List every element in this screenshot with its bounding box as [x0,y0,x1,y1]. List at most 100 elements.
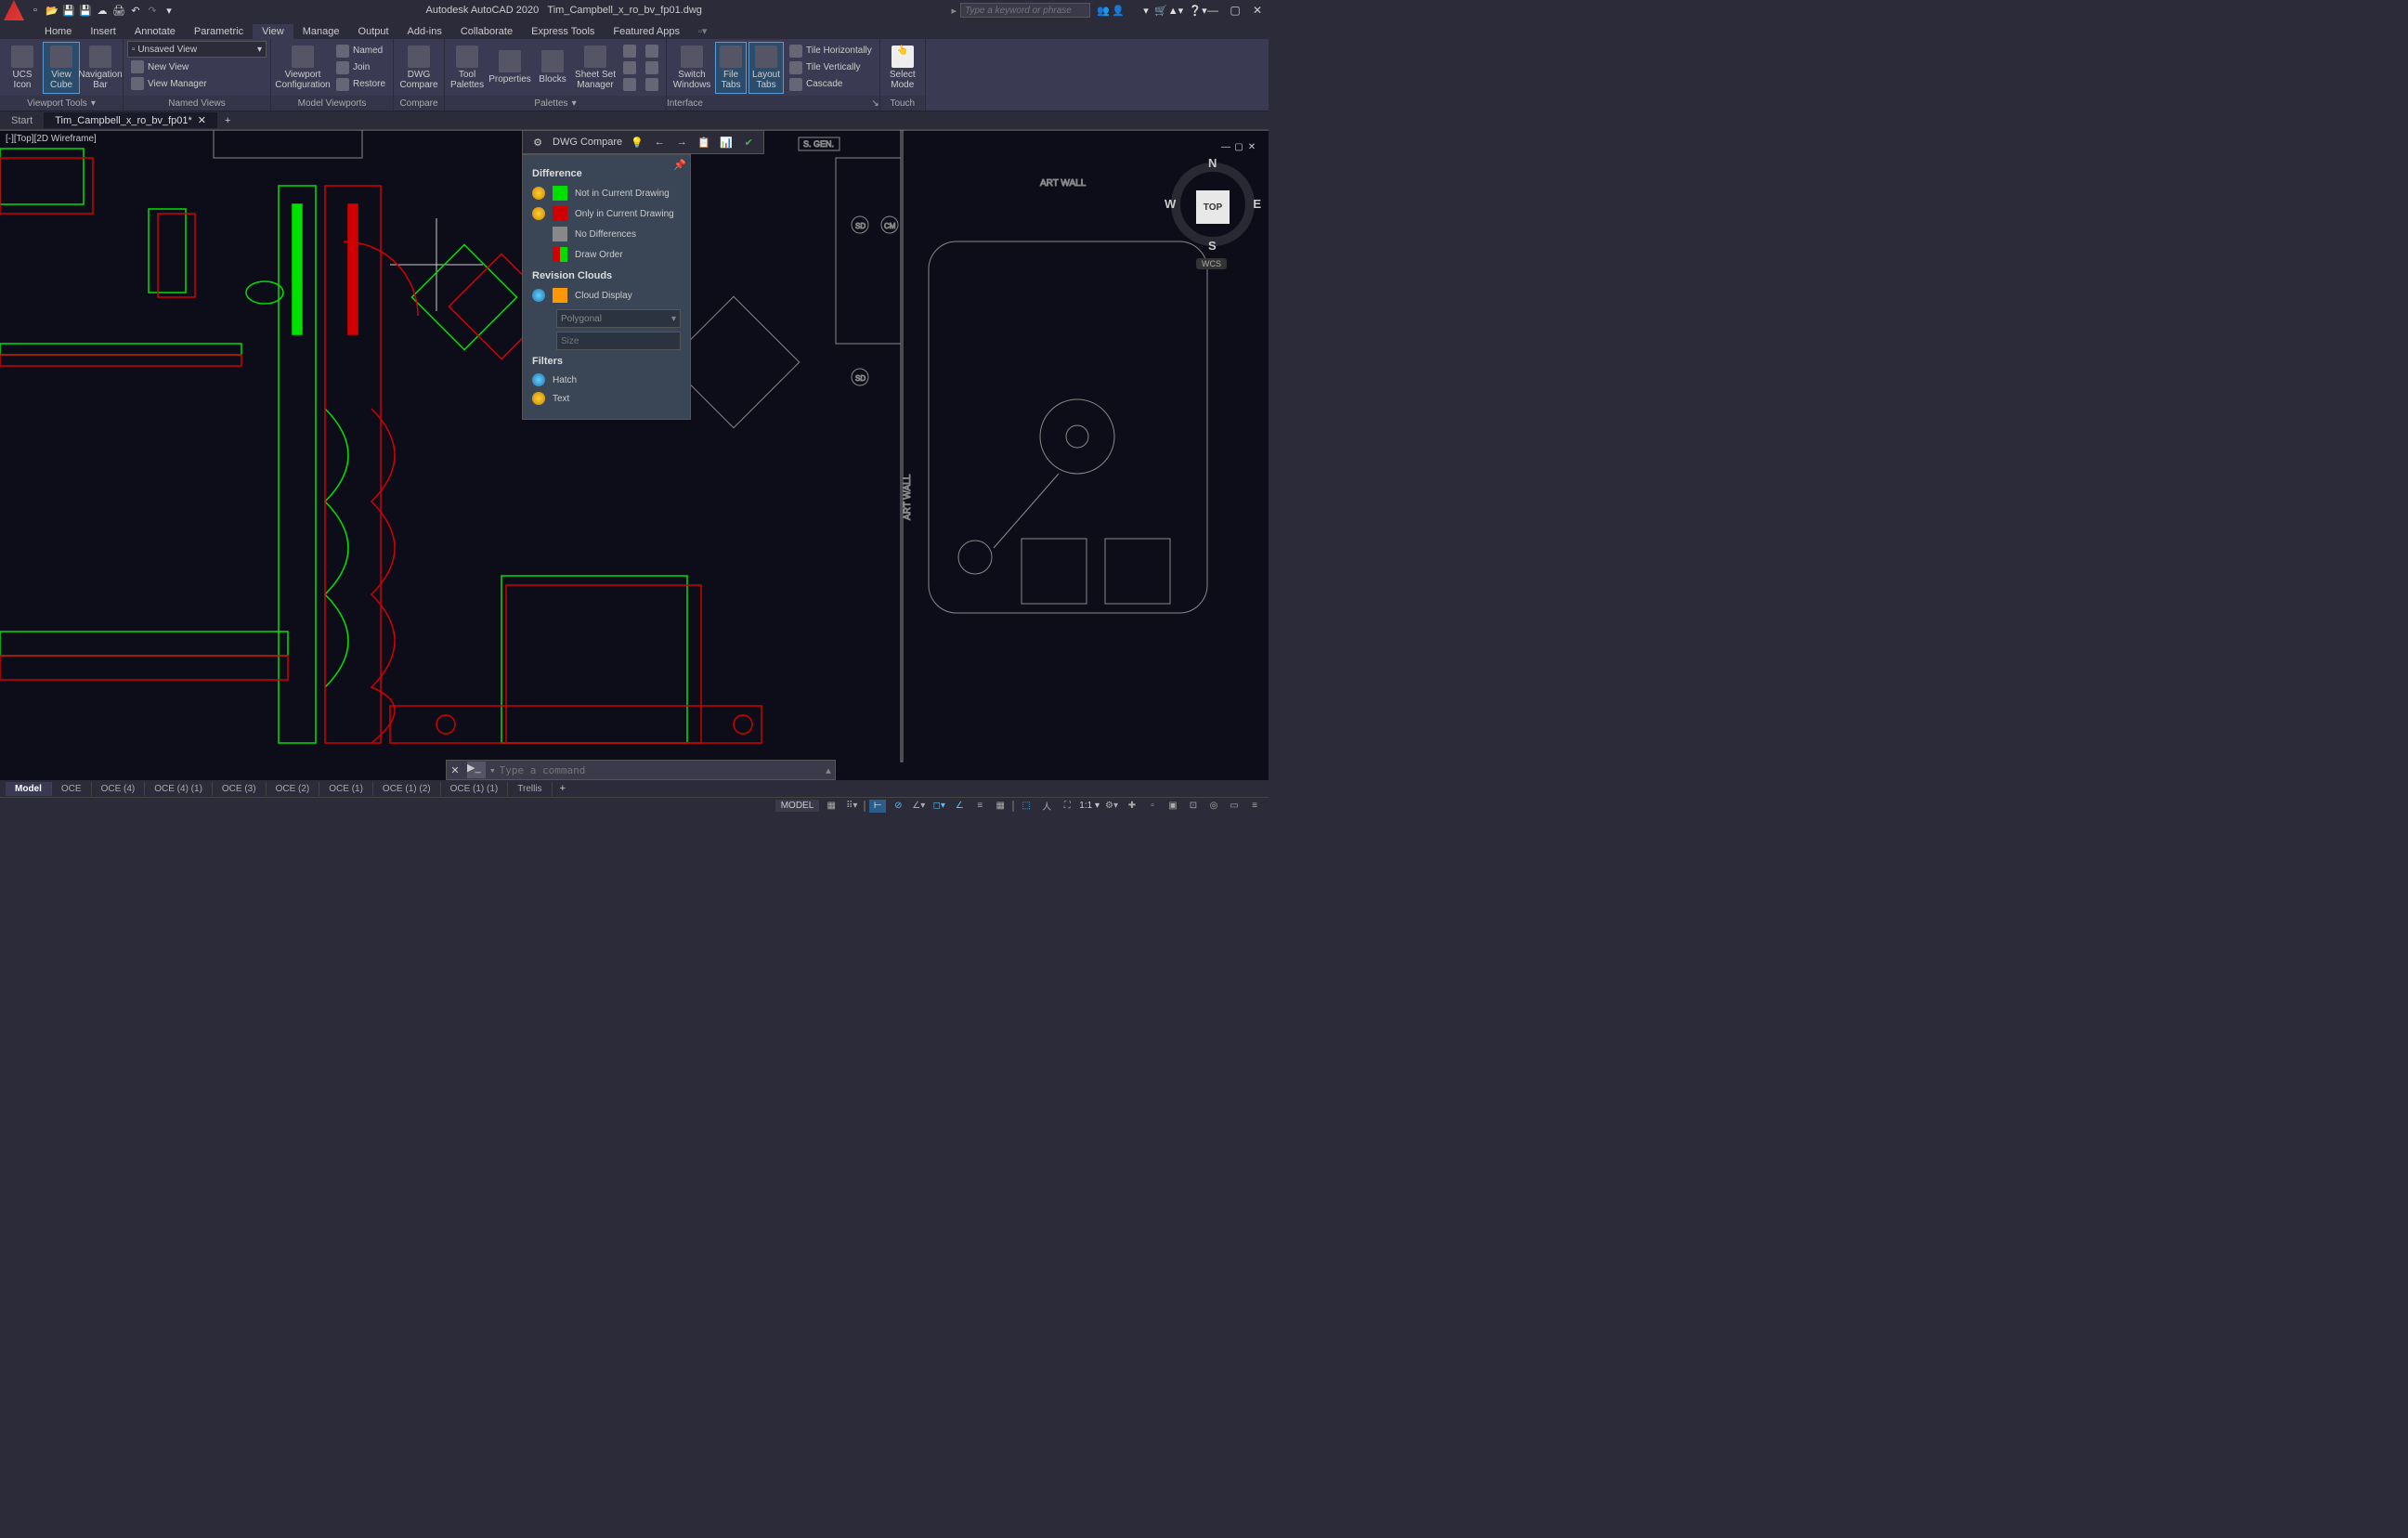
view-manager-button[interactable]: View Manager [127,76,211,91]
hardware-accel-icon[interactable]: ⊡ [1185,800,1202,813]
layout-tabs-button[interactable]: Layout Tabs [748,42,784,94]
switch-windows-button[interactable]: Switch Windows [670,42,713,94]
compare-next-icon[interactable]: → [674,135,689,150]
a360-icon[interactable]: ▲▾ [1168,3,1183,18]
signin-icon[interactable]: 👥 [1096,3,1111,18]
cmdline-history-icon[interactable]: ▴ [822,764,835,776]
layout-tab[interactable]: OCE (1) [319,782,373,796]
selection-cycling-icon[interactable]: ⬚ [1018,800,1035,813]
palette-extra-3[interactable] [619,77,640,92]
dwg-compare-button[interactable]: DWG Compare [397,42,440,94]
web-icon[interactable]: ☁ [95,3,110,18]
layout-tab[interactable]: Trellis [508,782,552,796]
tab-featured[interactable]: Featured Apps [604,24,689,39]
bulb-only-in-current[interactable] [532,207,545,220]
tab-addins[interactable]: Add-ins [398,24,451,39]
swatch-green[interactable] [553,186,567,201]
customize-status-icon[interactable]: ≡ [1246,800,1263,813]
otrack-icon[interactable]: ∠ [951,800,968,813]
vc-minimize-icon[interactable]: — [1220,141,1231,152]
redo-icon[interactable]: ↷ [145,3,160,18]
layout-tab[interactable]: OCE (4) (1) [145,782,213,796]
ucs-icon-button[interactable]: UCS Icon [4,42,41,94]
new-icon[interactable]: ▫ [28,3,43,18]
new-file-tab-button[interactable]: + [217,113,238,128]
compare-done-icon[interactable]: ✔ [741,135,756,150]
annotation-visibility-icon[interactable]: ✚ [1124,800,1140,813]
polar-icon[interactable]: ⊘ [890,800,906,813]
vc-restore-icon[interactable]: ▢ [1233,141,1244,152]
annotation-scale-icon[interactable]: ⛶ [1059,800,1075,813]
saveas-icon[interactable]: 💾 [78,3,93,18]
annotation-monitor-icon[interactable]: 人 [1038,800,1055,813]
tab-home[interactable]: Home [35,24,81,39]
sheet-set-button[interactable]: Sheet Set Manager [573,42,618,94]
tab-parametric[interactable]: Parametric [185,24,253,39]
layout-tab[interactable]: OCE (1) (1) [441,782,509,796]
compass-s[interactable]: S [1208,239,1217,253]
compare-export-icon[interactable]: 📊 [719,135,734,150]
undo-icon[interactable]: ↶ [128,3,143,18]
tab-annotate[interactable]: Annotate [125,24,185,39]
layout-tab-model[interactable]: Model [6,782,52,796]
lineweight-icon[interactable]: ≡ [971,800,988,813]
layout-tab[interactable]: OCE (2) [267,782,320,796]
swatch-red[interactable] [553,206,567,221]
tile-horizontally-button[interactable]: Tile Horizontally [786,44,876,59]
compass-w[interactable]: W [1165,197,1176,211]
named-view-dropdown[interactable]: ▫ Unsaved View▾ [127,41,267,58]
quick-properties-icon[interactable]: ▣ [1165,800,1181,813]
cmdline-close-icon[interactable]: ✕ [447,764,463,776]
cloud-size-input[interactable] [556,332,681,350]
bulb-hatch[interactable] [532,373,545,386]
navigation-bar-button[interactable]: Navigation Bar [82,42,119,94]
layout-tab[interactable]: OCE (1) (2) [373,782,441,796]
panel-title-viewport-tools[interactable]: Viewport Tools ▾ [0,96,123,111]
view-cube-button[interactable]: View Cube [43,42,80,94]
tab-collaborate[interactable]: Collaborate [451,24,522,39]
swatch-orange[interactable] [553,288,567,303]
bulb-text[interactable] [532,392,545,405]
join-viewport-button[interactable]: Join [332,60,389,75]
maximize-button[interactable]: ▢ [1228,4,1243,17]
app-logo-icon[interactable] [4,0,24,20]
grid-icon[interactable]: ▦ [823,800,840,813]
help-icon[interactable]: ❔▾ [1191,3,1205,18]
viewport-config-button[interactable]: Viewport Configuration [275,42,331,94]
palette-extra-1[interactable] [619,44,640,59]
plot-icon[interactable]: 🖨 [111,3,126,18]
account-icon[interactable]: 👤 [1111,3,1126,18]
palette-extra-5[interactable] [642,60,662,75]
snap-icon[interactable]: ⠿▾ [843,800,860,813]
file-tabs-button[interactable]: File Tabs [715,42,747,94]
bulb-not-in-current[interactable] [532,187,545,200]
compare-bulb-icon[interactable]: 💡 [630,135,644,150]
vc-close-icon[interactable]: ✕ [1246,141,1257,152]
cloud-shape-dropdown[interactable]: Polygonal▾ [556,309,681,328]
layout-tab[interactable]: OCE (4) [92,782,146,796]
close-tab-icon[interactable]: ✕ [198,114,206,126]
swatch-gray[interactable] [553,227,567,241]
save-icon[interactable]: 💾 [61,3,76,18]
infocenter-search-input[interactable] [960,3,1090,18]
viewcube-top-face[interactable]: TOP [1196,190,1230,224]
bulb-cloud-display[interactable] [532,289,545,302]
scale-label[interactable]: 1:1 ▾ [1079,801,1100,811]
isodraft-icon[interactable]: ∠▾ [910,800,927,813]
compare-settings-icon[interactable]: ⚙ [530,135,545,150]
tab-extra-icon[interactable]: ▫▾ [689,23,716,39]
transparency-icon[interactable]: ▦ [992,800,1009,813]
new-view-button[interactable]: New View [127,59,192,74]
named-viewport-button[interactable]: Named [332,44,389,59]
compare-import-icon[interactable]: 📋 [696,135,711,150]
tab-view[interactable]: View [253,24,293,39]
command-input[interactable] [496,764,822,776]
panel-title-palettes[interactable]: Palettes ▾ [445,96,666,111]
open-icon[interactable]: 📂 [45,3,59,18]
properties-button[interactable]: Properties [488,42,532,94]
tool-palettes-button[interactable]: Tool Palettes [449,42,486,94]
compass-n[interactable]: N [1208,156,1217,170]
layout-add-button[interactable]: + [553,781,573,796]
tile-vertically-button[interactable]: Tile Vertically [786,60,876,75]
tab-manage[interactable]: Manage [293,24,349,39]
